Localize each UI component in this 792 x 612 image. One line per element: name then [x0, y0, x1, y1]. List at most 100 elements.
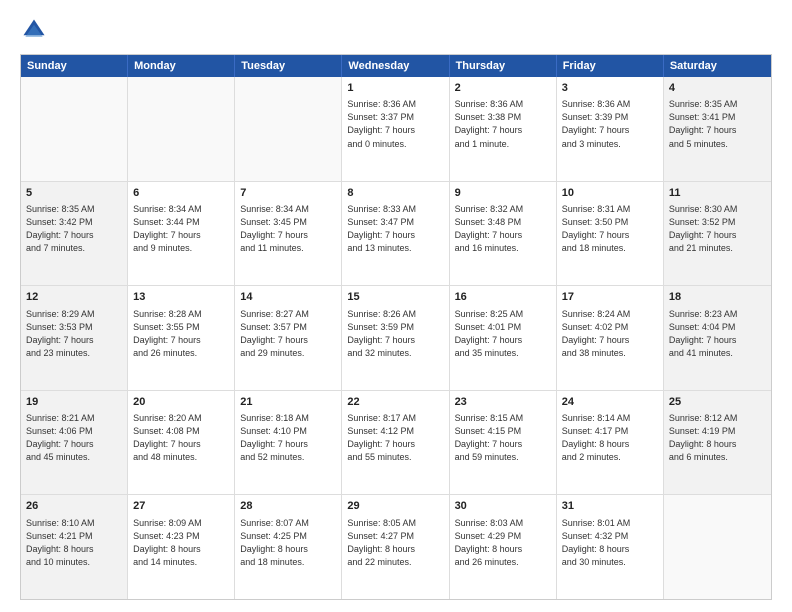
day-number: 8: [347, 186, 443, 201]
logo-icon: [20, 16, 48, 44]
cal-cell: 11Sunrise: 8:30 AM Sunset: 3:52 PM Dayli…: [664, 182, 771, 286]
day-number: 2: [455, 81, 551, 96]
day-number: 20: [133, 395, 229, 410]
day-number: 14: [240, 290, 336, 305]
cal-cell: 16 Sunrise: 8:25 AM Sunset: 4:01 PM Dayli…: [450, 286, 557, 390]
cell-info: Sunrise: 8:05 AM Sunset: 4:27 PM Dayligh…: [347, 517, 443, 569]
cal-week-3: 12 Sunrise: 8:29 AM Sunset: 3:53 PM Dayli…: [21, 285, 771, 390]
cal-cell: [128, 77, 235, 181]
cal-cell: 18 Sunrise: 8:23 AM Sunset: 4:04 PM Dayli…: [664, 286, 771, 390]
cal-cell: 26Sunrise: 8:10 AM Sunset: 4:21 PM Dayli…: [21, 495, 128, 599]
cal-header-thursday: Thursday: [450, 55, 557, 77]
day-number: 22: [347, 395, 443, 410]
day-number: 1: [347, 81, 443, 96]
cell-info: Sunrise: 8:01 AM Sunset: 4:32 PM Dayligh…: [562, 517, 658, 569]
cell-info: Sunrise: 8:12 AM Sunset: 4:19 PM Dayligh…: [669, 412, 766, 464]
cal-week-1: 1 Sunrise: 8:36 AM Sunset: 3:37 PM Daylig…: [21, 77, 771, 181]
day-number: 12: [26, 290, 122, 305]
cell-info: Sunrise: 8:07 AM Sunset: 4:25 PM Dayligh…: [240, 517, 336, 569]
cal-cell: 3Sunrise: 8:36 AM Sunset: 3:39 PM Daylig…: [557, 77, 664, 181]
day-number: 28: [240, 499, 336, 514]
cal-cell: 4 Sunrise: 8:35 AM Sunset: 3:41 PM Daylig…: [664, 77, 771, 181]
day-number: 19: [26, 395, 122, 410]
cell-info: Sunrise: 8:23 AM Sunset: 4:04 PM Dayligh…: [669, 308, 766, 360]
day-number: 27: [133, 499, 229, 514]
calendar-body: 1 Sunrise: 8:36 AM Sunset: 3:37 PM Daylig…: [21, 77, 771, 599]
cell-info: Sunrise: 8:31 AM Sunset: 3:50 PM Dayligh…: [562, 203, 658, 255]
day-number: 11: [669, 186, 766, 201]
cal-week-5: 26Sunrise: 8:10 AM Sunset: 4:21 PM Dayli…: [21, 494, 771, 599]
cal-cell: 5 Sunrise: 8:35 AM Sunset: 3:42 PM Daylig…: [21, 182, 128, 286]
cal-header-friday: Friday: [557, 55, 664, 77]
cal-cell: 12 Sunrise: 8:29 AM Sunset: 3:53 PM Dayli…: [21, 286, 128, 390]
cell-info: Sunrise: 8:29 AM Sunset: 3:53 PM Dayligh…: [26, 308, 122, 360]
day-number: 25: [669, 395, 766, 410]
day-number: 31: [562, 499, 658, 514]
day-number: 21: [240, 395, 336, 410]
day-number: 9: [455, 186, 551, 201]
cal-cell: 15 Sunrise: 8:26 AM Sunset: 3:59 PM Dayli…: [342, 286, 449, 390]
day-number: 26: [26, 499, 122, 514]
cal-header-monday: Monday: [128, 55, 235, 77]
cal-week-4: 19Sunrise: 8:21 AM Sunset: 4:06 PM Dayli…: [21, 390, 771, 495]
cell-info: Sunrise: 8:17 AM Sunset: 4:12 PM Dayligh…: [347, 412, 443, 464]
cell-info: Sunrise: 8:26 AM Sunset: 3:59 PM Dayligh…: [347, 308, 443, 360]
cal-header-sunday: Sunday: [21, 55, 128, 77]
day-number: 15: [347, 290, 443, 305]
cell-info: Sunrise: 8:03 AM Sunset: 4:29 PM Dayligh…: [455, 517, 551, 569]
cell-info: Sunrise: 8:32 AM Sunset: 3:48 PM Dayligh…: [455, 203, 551, 255]
cal-cell: [21, 77, 128, 181]
cell-info: Sunrise: 8:35 AM Sunset: 3:42 PM Dayligh…: [26, 203, 122, 255]
cal-header-saturday: Saturday: [664, 55, 771, 77]
cal-cell: 9 Sunrise: 8:32 AM Sunset: 3:48 PM Daylig…: [450, 182, 557, 286]
cell-info: Sunrise: 8:35 AM Sunset: 3:41 PM Dayligh…: [669, 98, 766, 150]
cal-cell: [664, 495, 771, 599]
day-number: 5: [26, 186, 122, 201]
cal-cell: 31 Sunrise: 8:01 AM Sunset: 4:32 PM Dayli…: [557, 495, 664, 599]
cal-cell: 30 Sunrise: 8:03 AM Sunset: 4:29 PM Dayli…: [450, 495, 557, 599]
day-number: 16: [455, 290, 551, 305]
day-number: 18: [669, 290, 766, 305]
cell-info: Sunrise: 8:36 AM Sunset: 3:39 PM Dayligh…: [562, 98, 658, 150]
header: [20, 16, 772, 44]
day-number: 17: [562, 290, 658, 305]
cal-week-2: 5 Sunrise: 8:35 AM Sunset: 3:42 PM Daylig…: [21, 181, 771, 286]
cal-cell: 25 Sunrise: 8:12 AM Sunset: 4:19 PM Dayli…: [664, 391, 771, 495]
cell-info: Sunrise: 8:36 AM Sunset: 3:37 PM Dayligh…: [347, 98, 443, 150]
cal-cell: 8 Sunrise: 8:33 AM Sunset: 3:47 PM Daylig…: [342, 182, 449, 286]
day-number: 30: [455, 499, 551, 514]
cal-cell: 14 Sunrise: 8:27 AM Sunset: 3:57 PM Dayli…: [235, 286, 342, 390]
cal-cell: 23 Sunrise: 8:15 AM Sunset: 4:15 PM Dayli…: [450, 391, 557, 495]
cal-cell: 20 Sunrise: 8:20 AM Sunset: 4:08 PM Dayli…: [128, 391, 235, 495]
cal-header-tuesday: Tuesday: [235, 55, 342, 77]
day-number: 29: [347, 499, 443, 514]
cal-cell: 28 Sunrise: 8:07 AM Sunset: 4:25 PM Dayli…: [235, 495, 342, 599]
cal-header-wednesday: Wednesday: [342, 55, 449, 77]
cell-info: Sunrise: 8:28 AM Sunset: 3:55 PM Dayligh…: [133, 308, 229, 360]
day-number: 6: [133, 186, 229, 201]
cell-info: Sunrise: 8:33 AM Sunset: 3:47 PM Dayligh…: [347, 203, 443, 255]
day-number: 4: [669, 81, 766, 96]
cal-cell: 2 Sunrise: 8:36 AM Sunset: 3:38 PM Daylig…: [450, 77, 557, 181]
calendar-header-row: SundayMondayTuesdayWednesdayThursdayFrid…: [21, 55, 771, 77]
cal-cell: 21 Sunrise: 8:18 AM Sunset: 4:10 PM Dayli…: [235, 391, 342, 495]
cal-cell: 6 Sunrise: 8:34 AM Sunset: 3:44 PM Daylig…: [128, 182, 235, 286]
cal-cell: 17 Sunrise: 8:24 AM Sunset: 4:02 PM Dayli…: [557, 286, 664, 390]
logo: [20, 16, 52, 44]
day-number: 24: [562, 395, 658, 410]
cell-info: Sunrise: 8:20 AM Sunset: 4:08 PM Dayligh…: [133, 412, 229, 464]
cell-info: Sunrise: 8:24 AM Sunset: 4:02 PM Dayligh…: [562, 308, 658, 360]
day-number: 10: [562, 186, 658, 201]
day-number: 13: [133, 290, 229, 305]
cell-info: Sunrise: 8:34 AM Sunset: 3:45 PM Dayligh…: [240, 203, 336, 255]
cell-info: Sunrise: 8:18 AM Sunset: 4:10 PM Dayligh…: [240, 412, 336, 464]
page: SundayMondayTuesdayWednesdayThursdayFrid…: [0, 0, 792, 612]
cell-info: Sunrise: 8:34 AM Sunset: 3:44 PM Dayligh…: [133, 203, 229, 255]
cell-info: Sunrise: 8:27 AM Sunset: 3:57 PM Dayligh…: [240, 308, 336, 360]
day-number: 23: [455, 395, 551, 410]
cell-info: Sunrise: 8:09 AM Sunset: 4:23 PM Dayligh…: [133, 517, 229, 569]
cell-info: Sunrise: 8:25 AM Sunset: 4:01 PM Dayligh…: [455, 308, 551, 360]
cell-info: Sunrise: 8:36 AM Sunset: 3:38 PM Dayligh…: [455, 98, 551, 150]
cal-cell: 7Sunrise: 8:34 AM Sunset: 3:45 PM Daylig…: [235, 182, 342, 286]
cell-info: Sunrise: 8:15 AM Sunset: 4:15 PM Dayligh…: [455, 412, 551, 464]
